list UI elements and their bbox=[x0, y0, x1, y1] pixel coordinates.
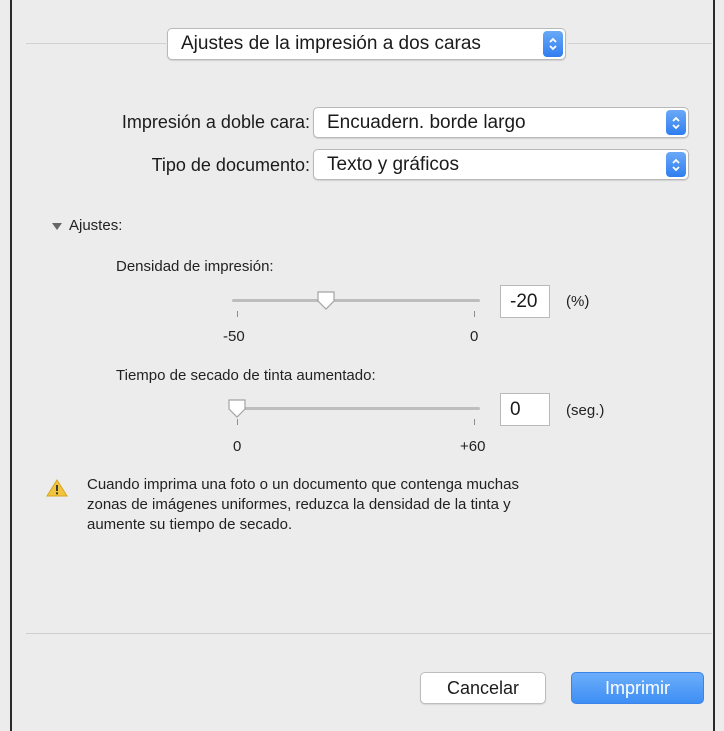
document-type-popup[interactable]: Texto y gráficos bbox=[313, 149, 689, 180]
drying-slider-knob[interactable] bbox=[226, 398, 248, 425]
two-sided-label: Impresión a doble cara: bbox=[121, 112, 310, 132]
window-border-right bbox=[713, 0, 715, 731]
density-value-field[interactable]: -20 bbox=[500, 285, 550, 318]
separator-left bbox=[26, 43, 166, 44]
drying-value: 0 bbox=[510, 398, 521, 420]
up-down-chevron-icon bbox=[666, 152, 686, 177]
two-sided-value: Encuadern. borde largo bbox=[327, 111, 526, 133]
separator-right bbox=[568, 43, 712, 44]
warning-text: Cuando imprima una foto o un documento q… bbox=[87, 476, 519, 533]
drying-max-label: +60 bbox=[460, 438, 486, 455]
density-value: -20 bbox=[510, 290, 538, 312]
density-min-label: -50 bbox=[223, 328, 245, 345]
document-type-label: Tipo de documento: bbox=[151, 155, 310, 175]
drying-label: Tiempo de secado de tinta aumentado: bbox=[116, 367, 376, 384]
density-unit: (%) bbox=[566, 293, 590, 310]
print-button[interactable]: Imprimir bbox=[571, 672, 704, 704]
drying-slider-track[interactable] bbox=[232, 407, 480, 410]
panel-selector-label: Ajustes de la impresión a dos caras bbox=[181, 33, 481, 54]
warning-icon bbox=[46, 479, 68, 502]
density-slider-track[interactable] bbox=[232, 299, 480, 302]
settings-disclosure-label: Ajustes: bbox=[69, 217, 123, 234]
drying-tick-max bbox=[474, 419, 475, 425]
density-slider-knob[interactable] bbox=[315, 290, 337, 317]
drying-unit: (seg.) bbox=[566, 402, 605, 419]
footer-separator bbox=[26, 633, 712, 634]
density-max-label: 0 bbox=[470, 328, 479, 345]
drying-value-field[interactable]: 0 bbox=[500, 393, 550, 426]
density-tick-max bbox=[474, 311, 475, 317]
drying-min-label: 0 bbox=[233, 438, 242, 455]
density-label: Densidad de impresión: bbox=[116, 258, 274, 275]
two-sided-popup[interactable]: Encuadern. borde largo bbox=[313, 107, 689, 138]
document-type-value: Texto y gráficos bbox=[327, 153, 459, 175]
disclosure-triangle-icon[interactable] bbox=[52, 223, 62, 230]
cancel-button[interactable]: Cancelar bbox=[420, 672, 546, 704]
up-down-chevron-icon bbox=[666, 110, 686, 135]
panel-selector-popup[interactable]: Ajustes de la impresión a dos caras bbox=[167, 28, 566, 60]
up-down-chevron-icon bbox=[543, 31, 563, 57]
density-tick-min bbox=[237, 311, 238, 317]
